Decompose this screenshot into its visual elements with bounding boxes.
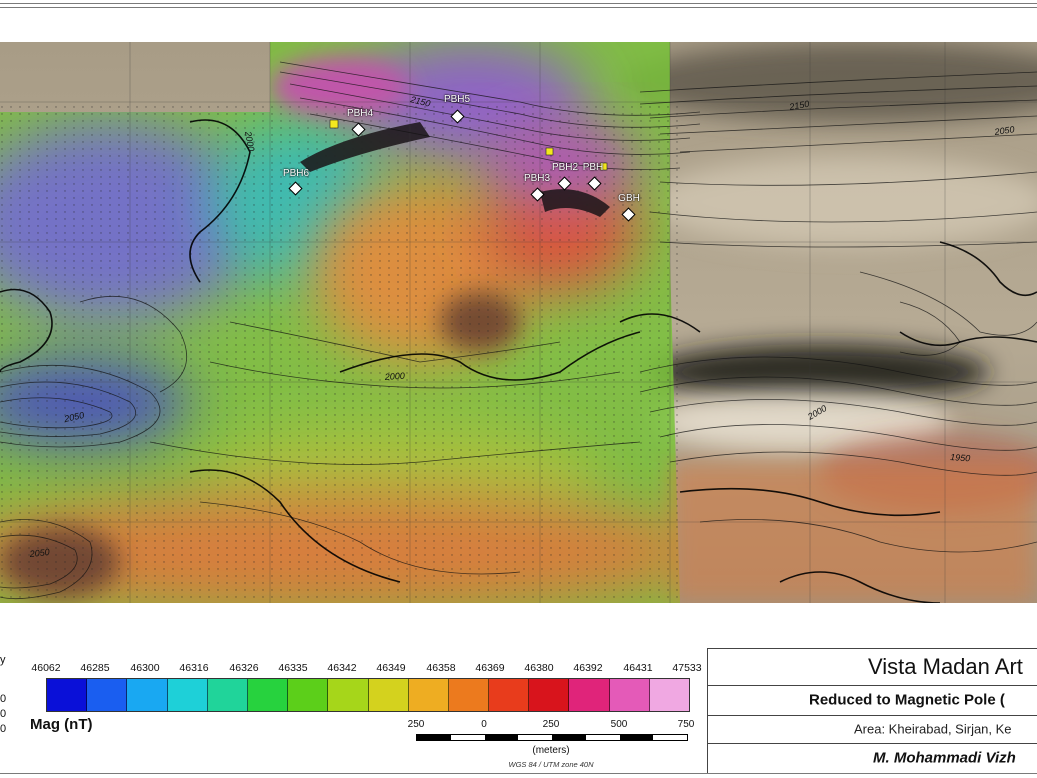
colorbar: [46, 678, 690, 712]
borehole-label-pbh6: PBH6: [282, 168, 310, 179]
colorbar-segment: [207, 679, 248, 711]
colorbar-unit-label: Mag (nT): [30, 716, 93, 733]
title-row-map: Reduced to Magnetic Pole (: [708, 685, 1037, 716]
legend-edge-text: 0: [0, 693, 7, 705]
map-title: Reduced to Magnetic Pole (: [809, 691, 1005, 709]
colorbar-segment: [569, 679, 610, 711]
title-row-area: Area: Kheirabad, Sirjan, Ke: [708, 715, 1037, 744]
contour-label: 1950: [950, 452, 971, 463]
colorbar-tick: 46335: [278, 662, 308, 674]
colorbar-tick: 46300: [130, 662, 160, 674]
colorbar-segment: [368, 679, 409, 711]
colorbar-segment: [328, 679, 369, 711]
company-name: Vista Madan Art: [868, 654, 1023, 679]
colorbar-segment: [408, 679, 449, 711]
contour-label: 2000: [383, 371, 405, 382]
colorbar-segment: [489, 679, 530, 711]
bottom-frame-line: [0, 773, 1037, 774]
colorbar-segment: [127, 679, 168, 711]
outcrop-marker: [329, 119, 339, 129]
colorbar-segment: [87, 679, 128, 711]
title-row-company: Vista Madan Art: [708, 649, 1037, 686]
borehole-label-pbh3: PBH3: [523, 173, 551, 184]
colorbar-segment: [448, 679, 490, 711]
title-row-author: M. Mohammadi Vizh: [708, 743, 1037, 773]
colorbar-segment: [47, 679, 88, 711]
projection-label: WGS 84 / UTM zone 40N: [508, 760, 594, 769]
scale-bar: [416, 734, 688, 741]
outcrop-marker: [545, 147, 554, 156]
colorbar-tick: 46326: [229, 662, 259, 674]
borehole-label-pbh2: PBH2: [551, 162, 579, 173]
scale-number: 250: [407, 719, 425, 730]
colorbar-tick: 46431: [623, 662, 653, 674]
colorbar-tick: 46285: [80, 662, 110, 674]
borehole-label-pbh1: PBH: [582, 162, 604, 173]
colorbar-tick: 46349: [376, 662, 406, 674]
colorbar-tick: 46369: [475, 662, 505, 674]
colorbar-segment: [609, 679, 650, 711]
legend-edge-text: 0: [0, 708, 7, 720]
colorbar-segment: [649, 679, 689, 711]
colorbar-tick: 46062: [31, 662, 61, 674]
borehole-label-pbh5: PBH5: [443, 94, 471, 105]
map-panel[interactable]: 2050 2150 2000 2050 2000 1950 2150 2050 …: [0, 42, 1037, 603]
author-name: M. Mohammadi Vizh: [873, 749, 1016, 767]
top-frame-line-inner: [0, 7, 1037, 8]
borehole-label-gbh: GBH: [618, 193, 640, 204]
borehole-label-pbh4: PBH4: [346, 108, 374, 119]
colorbar-tick: 46342: [327, 662, 357, 674]
colorbar-segment: [167, 679, 208, 711]
title-block: Vista Madan Art Reduced to Magnetic Pole…: [707, 648, 1037, 774]
area-label: Area: Kheirabad, Sirjan, Ke: [854, 721, 1012, 737]
scale-number: 250: [542, 719, 560, 730]
legend: y 0 0 0 46062 46285 46300 46316 46326 46…: [0, 648, 705, 778]
colorbar-tick: 46316: [179, 662, 209, 674]
magnetic-map[interactable]: 2050 2150 2000 2050 2000 1950 2150 2050 …: [0, 42, 1037, 603]
colorbar-tick: 47533: [672, 662, 702, 674]
top-frame-line: [0, 3, 1037, 4]
scale-number: 750: [677, 719, 695, 730]
colorbar-tick: 46380: [524, 662, 554, 674]
legend-edge-text: y: [0, 654, 6, 666]
legend-edge-text: 0: [0, 723, 7, 735]
scale-unit: (meters): [532, 745, 570, 756]
colorbar-segment: [288, 679, 329, 711]
colorbar-segment: [529, 679, 570, 711]
colorbar-tick: 46358: [426, 662, 456, 674]
colorbar-segment: [247, 679, 289, 711]
scale-number: 0: [481, 719, 487, 730]
scale-number: 500: [610, 719, 628, 730]
colorbar-tick: 46392: [573, 662, 603, 674]
